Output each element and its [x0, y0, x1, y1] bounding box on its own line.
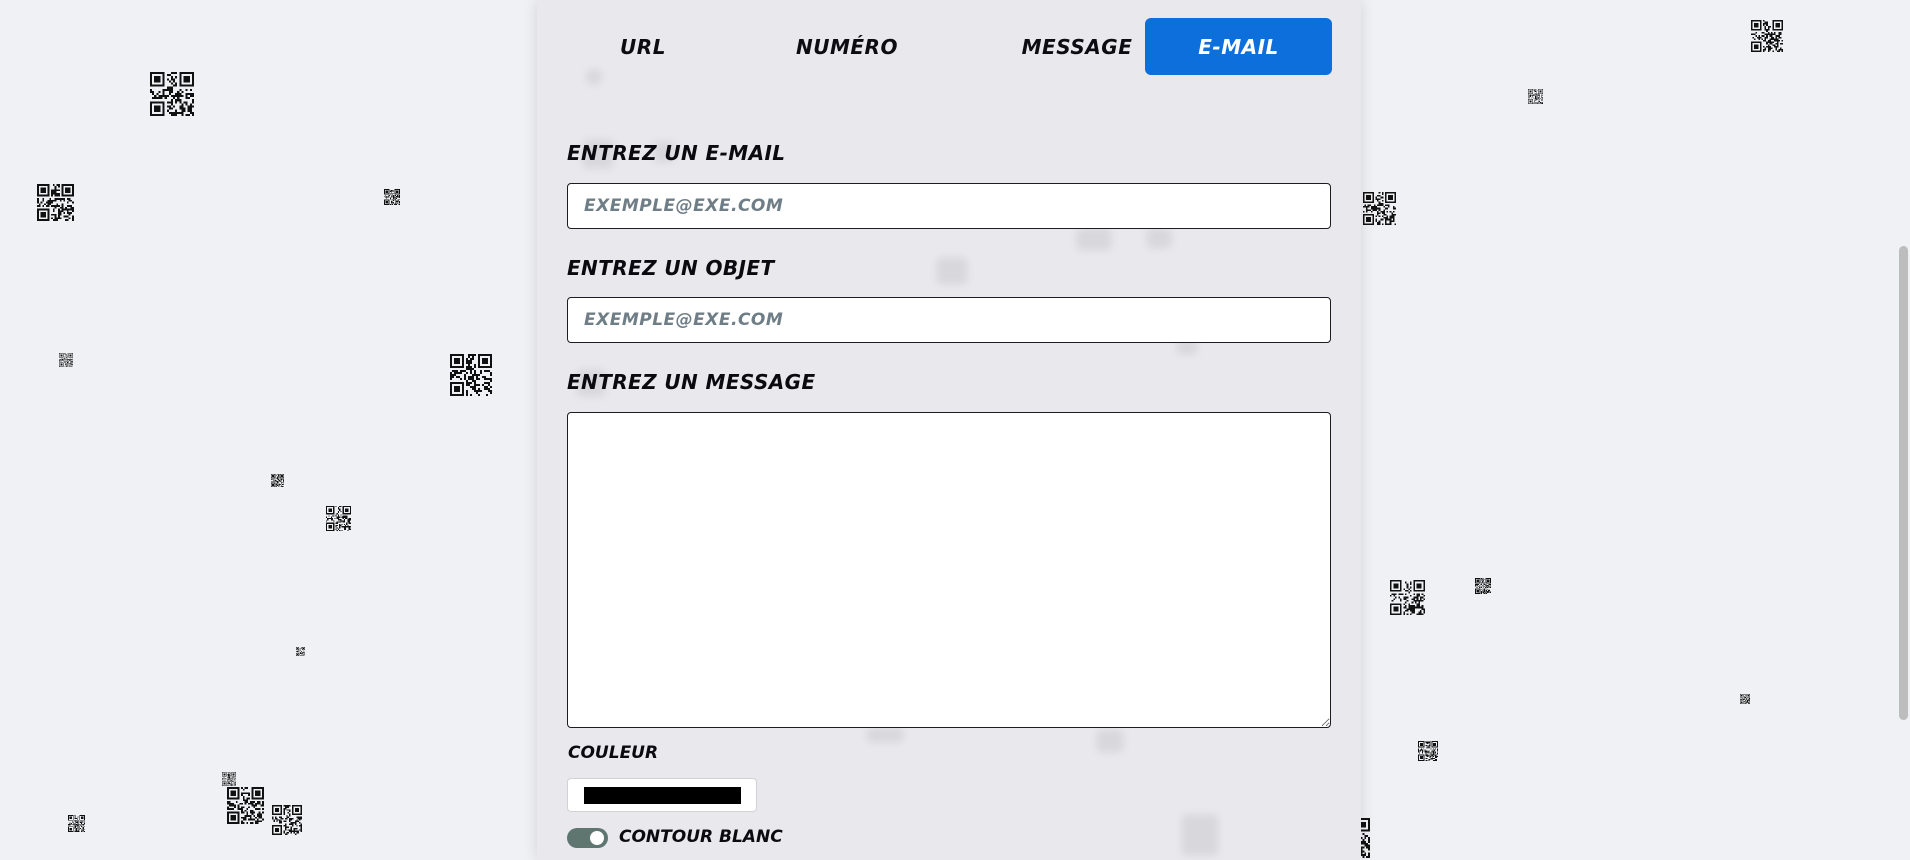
- color-label: COULEUR: [568, 743, 659, 763]
- qr-code-icon: [227, 787, 264, 824]
- qr-code-icon: [272, 805, 302, 835]
- tab-email[interactable]: E-MAIL: [1145, 18, 1332, 75]
- scrollbar-thumb[interactable]: [1899, 246, 1908, 720]
- faded-qr-shape: [1182, 815, 1218, 855]
- white-outline-toggle[interactable]: [567, 828, 608, 848]
- qr-code-icon: [1363, 192, 1396, 225]
- qr-code-icon: [1418, 741, 1438, 761]
- qr-code-icon: [1390, 580, 1425, 615]
- qr-code-icon: [271, 474, 284, 487]
- qr-code-icon: [450, 354, 492, 396]
- faded-qr-shape: [1077, 228, 1111, 250]
- page-scrollbar[interactable]: [1896, 0, 1910, 860]
- qr-code-icon: [59, 353, 73, 367]
- subject-label: ENTREZ UN OBJET: [567, 256, 775, 280]
- qr-code-icon: [150, 72, 194, 116]
- qr-generator-panel: URL NUMÉRO MESSAGE E-MAIL ENTREZ UN E-MA…: [537, 0, 1361, 860]
- color-swatch: [584, 787, 741, 804]
- subject-input[interactable]: [567, 297, 1331, 343]
- email-input[interactable]: [567, 183, 1331, 229]
- email-label: ENTREZ UN E-MAIL: [567, 141, 786, 165]
- qr-code-icon: [1740, 694, 1750, 704]
- message-label: ENTREZ UN MESSAGE: [567, 370, 816, 394]
- type-tabs: URL NUMÉRO MESSAGE E-MAIL: [537, 18, 1361, 76]
- qr-code-icon: [326, 506, 351, 531]
- faded-qr-shape: [1097, 730, 1123, 752]
- qr-code-icon: [296, 647, 305, 656]
- qr-code-icon: [37, 184, 74, 221]
- qr-code-icon: [1528, 89, 1543, 104]
- toggle-knob: [590, 831, 604, 845]
- qr-code-icon: [68, 815, 85, 832]
- qr-code-icon: [222, 772, 236, 786]
- qr-code-icon: [1475, 578, 1491, 594]
- faded-qr-shape: [1147, 228, 1171, 248]
- qr-code-icon: [384, 189, 400, 205]
- faded-qr-shape: [867, 728, 903, 742]
- color-picker[interactable]: [567, 778, 757, 812]
- faded-qr-shape: [937, 258, 967, 284]
- qr-code-icon: [1751, 20, 1783, 52]
- tab-numero[interactable]: NUMÉRO: [737, 18, 957, 75]
- tab-url[interactable]: URL: [573, 18, 713, 75]
- white-outline-label: CONTOUR BLANC: [619, 827, 783, 847]
- message-textarea[interactable]: [567, 412, 1331, 728]
